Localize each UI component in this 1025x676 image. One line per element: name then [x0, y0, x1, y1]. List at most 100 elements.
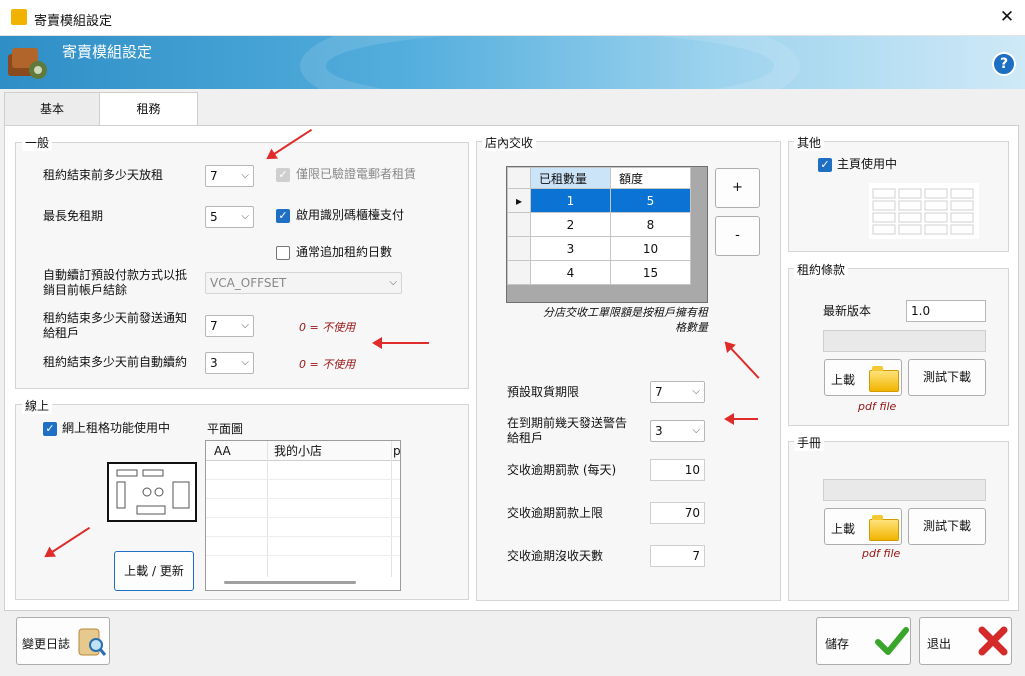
grid-cell-rented[interactable]: 1: [530, 188, 611, 213]
grid-header-row: 已租數量 額度: [507, 167, 691, 189]
chevron-down-icon: ⌵: [692, 425, 700, 436]
title-bar: [0, 0, 1025, 36]
help-icon[interactable]: ?: [992, 52, 1016, 76]
window-title: 寄賣模組設定: [34, 14, 113, 29]
chevron-down-icon: ⌵: [389, 277, 397, 288]
forfeit-days-label: 交收逾期沒收天數: [507, 549, 604, 563]
notify-days-note: 0 = 不使用: [299, 321, 356, 334]
row-header: [507, 260, 531, 285]
id-counter-pay-label: 啟用識別碼櫃檯支付: [296, 208, 405, 222]
column-header-quota[interactable]: 額度: [610, 167, 691, 189]
floor-plan-label: 平面圖: [207, 422, 244, 436]
terms-upload-label: 上載: [831, 373, 856, 387]
exit-label: 退出: [927, 637, 952, 651]
add-row-button[interactable]: +: [715, 168, 760, 208]
grid-cell-quota[interactable]: 15: [610, 260, 691, 285]
app-icon: [11, 9, 27, 25]
notify-days-label: 租約結束多少天前發送通知給租戶: [43, 311, 188, 340]
terms-pdf-label: pdf file: [858, 400, 897, 413]
fine-cap-input[interactable]: 70: [650, 502, 705, 524]
auto-renew-payment-value: VCA_OFFSET: [210, 276, 287, 290]
manual-legend: 手冊: [794, 434, 825, 451]
latest-version-input[interactable]: 1.0: [906, 300, 986, 322]
floor-plan-table[interactable]: AA 我的小店 p: [205, 440, 401, 591]
row-header-corner: [507, 167, 531, 189]
notify-days-select[interactable]: 7 ⌵: [205, 315, 254, 337]
manual-test-download-button[interactable]: 測試下載: [908, 508, 986, 545]
warning-days-select[interactable]: 3 ⌵: [650, 420, 705, 442]
notify-days-value: 7: [210, 319, 218, 333]
row-divider: [206, 555, 400, 556]
annotation-arrow: [372, 337, 429, 349]
horizontal-scrollbar[interactable]: [224, 581, 356, 584]
verified-email-label: 僅限已驗證電郵者租賃: [296, 167, 417, 181]
chevron-down-icon: ⌵: [241, 320, 249, 331]
chevron-down-icon: ⌵: [241, 211, 249, 222]
checkmark-icon: [875, 627, 909, 655]
forfeit-days-input[interactable]: 7: [650, 545, 705, 567]
id-counter-pay-checkbox[interactable]: ✓: [276, 209, 290, 223]
release-days-select[interactable]: 7 ⌵: [205, 165, 254, 187]
row-header: [507, 236, 531, 261]
row-divider: [206, 479, 400, 480]
table-row[interactable]: ▸ 1 5: [507, 188, 691, 213]
header-banner: [0, 36, 1025, 89]
column-header-rented[interactable]: 已租數量: [530, 167, 611, 189]
banner-title: 寄賣模組設定: [62, 43, 153, 61]
current-row-icon: ▸: [507, 188, 531, 213]
close-icon[interactable]: ✕: [996, 6, 1018, 28]
changelog-button[interactable]: 變更日誌: [16, 617, 110, 665]
pickup-deadline-value: 7: [655, 385, 663, 399]
manual-upload-button[interactable]: 上載: [824, 508, 902, 545]
save-button[interactable]: 儲存: [816, 617, 911, 665]
grid-cell-quota[interactable]: 5: [610, 188, 691, 213]
folder-icon: [869, 515, 899, 541]
column-header-aa: AA: [214, 444, 231, 458]
auto-renew-payment-select[interactable]: VCA_OFFSET ⌵: [205, 272, 402, 294]
online-rental-label: 網上租格功能使用中: [62, 421, 171, 435]
pickup-deadline-select[interactable]: 7 ⌵: [650, 381, 705, 403]
auto-renew-days-select[interactable]: 3 ⌵: [205, 352, 254, 374]
chevron-down-icon: ⌵: [241, 357, 249, 368]
verified-email-checkbox[interactable]: ✓: [276, 168, 290, 182]
exit-button[interactable]: 退出: [919, 617, 1012, 665]
folder-icon: [869, 366, 899, 392]
max-free-period-select[interactable]: 5 ⌵: [205, 206, 254, 228]
tab-rental[interactable]: 租務: [99, 92, 198, 126]
auto-renew-days-label: 租約結束多少天前自動續約: [43, 355, 188, 369]
grid-cell-quota[interactable]: 8: [610, 212, 691, 237]
column-header-my-shop: 我的小店: [274, 444, 323, 458]
terms-test-download-button[interactable]: 測試下載: [908, 359, 986, 396]
module-settings-icon: [8, 48, 47, 79]
manual-progress-bar: [823, 479, 986, 501]
grid-cell-rented[interactable]: 3: [530, 236, 611, 261]
remove-row-button[interactable]: -: [715, 216, 760, 256]
grid-cell-rented[interactable]: 4: [530, 260, 611, 285]
online-rental-checkbox[interactable]: ✓: [43, 422, 57, 436]
terms-upload-button[interactable]: 上載: [824, 359, 902, 396]
upload-floor-plan-button[interactable]: 上載 / 更新: [114, 551, 194, 591]
tab-basic[interactable]: 基本: [4, 92, 100, 126]
scroll-magnifier-icon: [78, 628, 107, 656]
column-divider: [391, 441, 392, 577]
latest-version-label: 最新版本: [823, 304, 872, 318]
table-row[interactable]: 4 15: [507, 260, 691, 285]
grid-cell-quota[interactable]: 10: [610, 236, 691, 261]
grid-note: 分店交收工單限額是按租戶擁有租格數量: [543, 306, 708, 334]
table-row[interactable]: 3 10: [507, 236, 691, 261]
column-divider: [267, 441, 268, 577]
table-row[interactable]: 2 8: [507, 212, 691, 237]
homepage-active-checkbox[interactable]: ✓: [818, 158, 832, 172]
extend-days-label: 通常追加租約日數: [296, 245, 393, 259]
other-legend: 其他: [794, 134, 825, 151]
homepage-active-label: 主頁使用中: [837, 157, 898, 171]
terms-legend: 租約條款: [794, 261, 849, 278]
red-x-icon: [978, 626, 1008, 656]
annotation-arrow: [724, 413, 758, 425]
homepage-layout-preview: [869, 183, 979, 239]
quota-grid[interactable]: 已租數量 額度 ▸ 1 5 2 8 3 10 4 15: [506, 166, 708, 303]
overdue-fine-input[interactable]: 10: [650, 459, 705, 481]
grid-cell-rented[interactable]: 2: [530, 212, 611, 237]
quota-table: 已租數量 額度 ▸ 1 5 2 8 3 10 4 15: [507, 167, 691, 285]
extend-days-checkbox[interactable]: [276, 246, 290, 260]
